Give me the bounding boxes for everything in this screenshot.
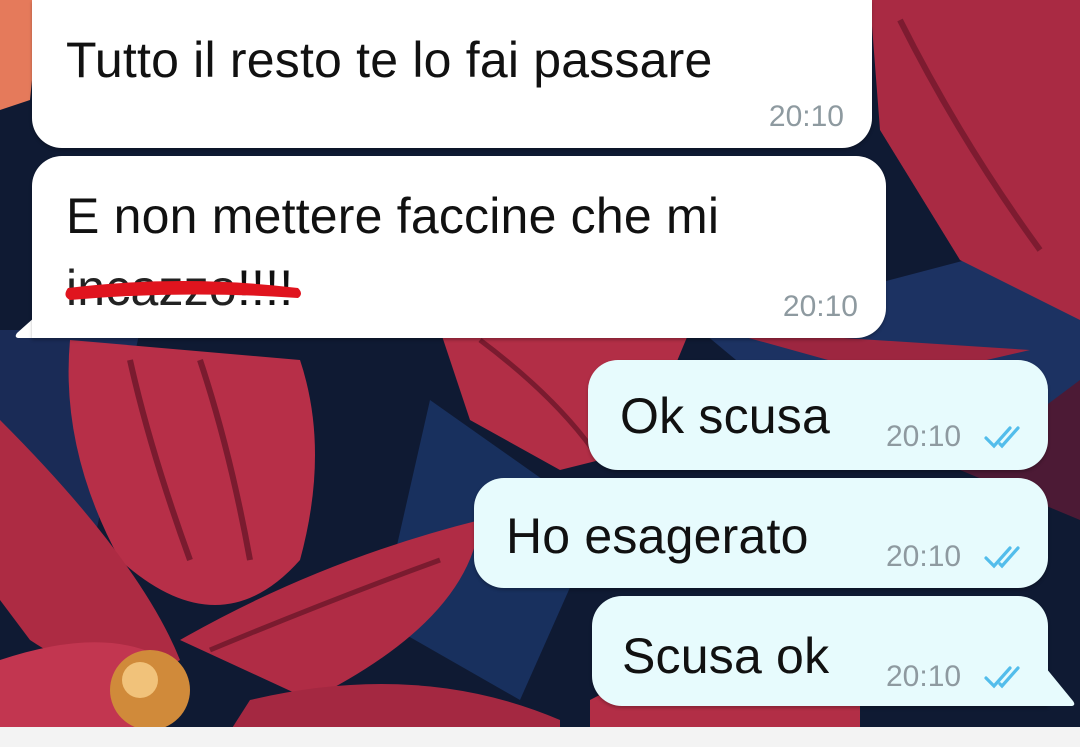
message-timestamp: 20:10	[782, 290, 858, 323]
outgoing-message-bubble[interactable]: Scusa ok 20:10	[592, 596, 1048, 706]
message-text: Tutto il resto te lo fai passare	[66, 32, 713, 88]
bottom-edge-bar	[0, 727, 1080, 747]
chat-message-list[interactable]: Tutto il resto te lo fai passare 20:10 E…	[0, 0, 1080, 747]
censor-strike-mark	[65, 281, 301, 300]
message-text: Ok scusa	[620, 388, 830, 444]
message-text: Ho esagerato	[506, 508, 809, 564]
outgoing-bubble-tail	[1046, 668, 1075, 706]
message-timestamp: 20:10	[886, 420, 962, 453]
message-text: E non mettere faccine che mi	[66, 188, 720, 244]
incoming-message-bubble[interactable]: E non mettere faccine che mi incazzo!!!!…	[32, 156, 886, 338]
double-check-icon	[984, 546, 1020, 569]
double-check-icon	[984, 666, 1020, 689]
message-text: Scusa ok	[622, 628, 830, 684]
incoming-message-bubble[interactable]: Tutto il resto te lo fai passare 20:10	[32, 0, 872, 148]
message-timestamp: 20:10	[768, 100, 844, 133]
message-timestamp: 20:10	[886, 540, 962, 573]
double-check-icon	[984, 426, 1020, 449]
outgoing-message-bubble[interactable]: Ok scusa 20:10	[588, 360, 1048, 470]
outgoing-message-bubble[interactable]: Ho esagerato 20:10	[474, 478, 1048, 588]
message-timestamp: 20:10	[886, 660, 962, 693]
